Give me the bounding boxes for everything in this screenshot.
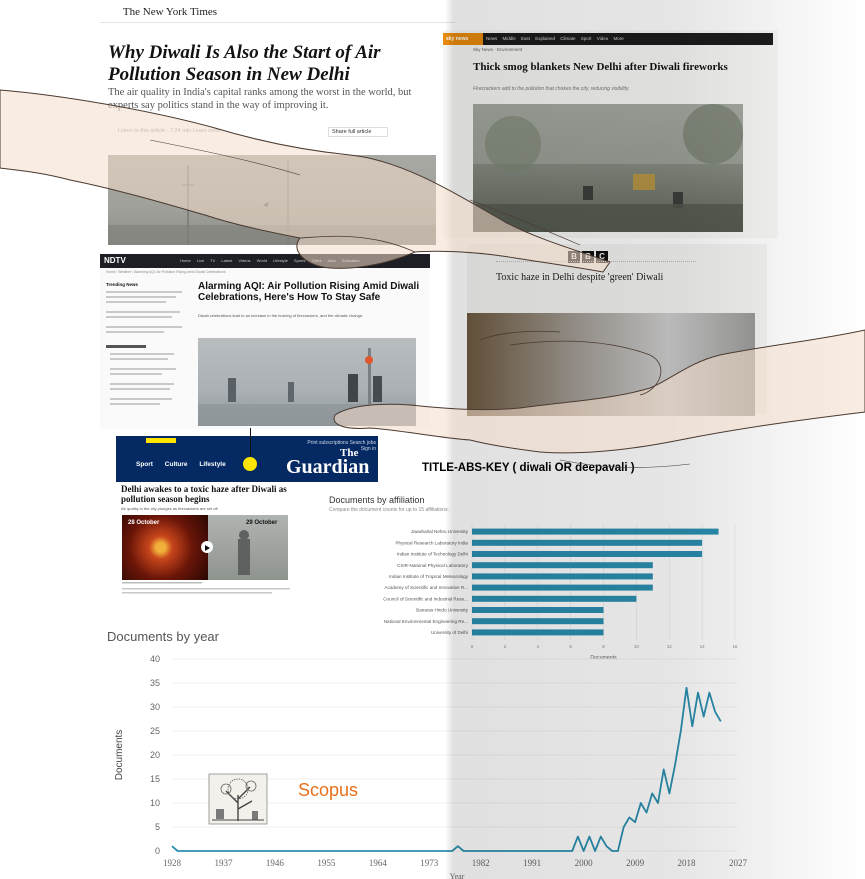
bbc-nav-bar: [496, 261, 696, 263]
guardian-caption-art: [122, 582, 290, 594]
sky-logo[interactable]: sky news: [443, 33, 483, 45]
affiliation-bar: [472, 618, 604, 625]
ndtv-sidebar: Trending News: [106, 280, 188, 420]
guardian-caption-lines: [122, 582, 292, 596]
guardian-headline: Delhi awakes to a toxic haze after Diwal…: [121, 484, 287, 504]
guardian-date-right: 29 October: [246, 520, 278, 526]
year-x-tick-label: 1937: [214, 858, 233, 868]
year-y-tick-label: 40: [150, 654, 160, 664]
bbc-headline: Toxic haze in Delhi despite 'green' Diwa…: [496, 272, 664, 283]
year-x-axis-label: Year: [450, 872, 465, 879]
affiliation-category-label: Indian Institute of Tropical Meteorology: [389, 574, 469, 579]
nyt-masthead: The New York Times: [122, 6, 218, 18]
year-x-tick-label: 1946: [266, 858, 285, 868]
sky-nav-items[interactable]: News Middle East Explained Climate Sport…: [486, 36, 716, 41]
year-y-tick-label: 0: [155, 846, 160, 856]
guardian-nav-item[interactable]: Sport: [136, 461, 153, 468]
sky-subheadline: Firecrackers add to the pollution that c…: [473, 86, 630, 92]
ndtv-logo[interactable]: NDTV: [104, 256, 126, 265]
nyt-smog-photo: [108, 155, 436, 245]
year-x-tick-label: 2018: [678, 858, 697, 868]
year-y-axis-label: Documents: [114, 730, 125, 781]
sky-headline: Thick smog blankets New Delhi after Diwa…: [473, 61, 728, 73]
guardian-support-badge[interactable]: [146, 438, 176, 443]
guardian-nav[interactable]: Sport Culture Lifestyle: [136, 461, 256, 468]
affiliation-category-label: Banaras Hindu University: [416, 608, 469, 613]
nyt-divider: [100, 22, 455, 23]
ndtv-smog-street-photo: [198, 338, 416, 426]
affiliation-bar: [472, 584, 653, 591]
sky-photo-art: [473, 104, 743, 232]
affiliation-category-label: Academy of Scientific and Innovative R..…: [385, 585, 469, 590]
affiliation-category-label: Indian Institute of Technology Delhi: [397, 552, 468, 557]
year-x-tick-label: 2027: [729, 858, 748, 868]
affiliation-chart-subtitle: Compare the document counts for up to 15…: [329, 507, 449, 513]
guardian-pointer-line: [250, 428, 251, 456]
year-y-tick-label: 30: [150, 702, 160, 712]
nyt-summary: The air quality in India's capital ranks…: [108, 87, 412, 111]
ndtv-photo-art: [198, 348, 416, 426]
year-y-tick-label: 35: [150, 678, 160, 688]
year-x-tick-label: 2009: [626, 858, 645, 868]
affiliation-bar: [472, 539, 703, 546]
ndtv-breadcrumb[interactable]: Home / Weather / Alarming AQI: Air Pollu…: [106, 270, 406, 274]
year-y-tick-label: 25: [150, 726, 160, 736]
year-x-tick-label: 1928: [163, 858, 182, 868]
year-x-tick-label: 1982: [472, 858, 490, 868]
ndtv-sidebar-heading: Trending News: [106, 282, 139, 287]
guardian-nav-item[interactable]: Culture: [165, 461, 188, 468]
affiliation-bar: [472, 629, 604, 636]
nyt-share-button[interactable]: Share full article: [328, 127, 388, 137]
bbc-logo[interactable]: BBC: [568, 246, 618, 263]
nyt-headline: Why Diwali Is Also the Start of Air Poll…: [108, 42, 381, 85]
play-icon: [205, 545, 210, 551]
guardian-logo[interactable]: Guardian: [286, 456, 369, 478]
guardian-highlight-marker: [242, 456, 258, 472]
affiliation-category-label: National Environmental Engineering Re...: [384, 619, 468, 624]
nyt-listen-link[interactable]: Listen to this article · 7:24 min Learn …: [118, 128, 308, 134]
scopus-elsevier-tree-icon: [208, 773, 268, 825]
affiliation-bar: [472, 573, 653, 580]
guardian-nav-item[interactable]: Lifestyle: [199, 461, 225, 468]
nyt-photo-art: [108, 160, 436, 245]
year-y-tick-label: 15: [150, 774, 160, 784]
scopus-wordmark: Scopus: [298, 780, 359, 800]
affiliation-category-label: Physical Research Laboratory India: [395, 540, 468, 545]
affiliation-category-label: Council of Scientific and Industrial Res…: [383, 596, 468, 601]
year-y-tick-label: 10: [150, 798, 160, 808]
year-x-tick-label: 1973: [420, 858, 439, 868]
year-x-tick-label: 1955: [317, 858, 336, 868]
year-x-tick-label: 1964: [369, 858, 388, 868]
year-y-tick-label: 20: [150, 750, 160, 760]
affiliation-bar: [472, 595, 637, 602]
affiliation-chart-title: Documents by affiliation: [329, 495, 425, 505]
affiliation-bar: [472, 528, 719, 535]
affiliation-category-label: Jawaharlal Nehru University: [411, 529, 469, 534]
year-x-tick-label: 1991: [523, 858, 541, 868]
sky-traffic-smog-photo: [473, 104, 743, 232]
guardian-date-left: 28 October: [128, 520, 160, 526]
ndtv-nav-items[interactable]: Home Live TV Latest Videos World Lifesty…: [180, 258, 420, 263]
ndtv-description: Diwali celebrations lead to an increase …: [198, 313, 364, 318]
guardian-subheadline: Air quality in the city plunges as firec…: [121, 506, 218, 511]
affiliation-category-label: University of Delhi: [431, 630, 468, 635]
documents-by-year-chart: 0 5 10 15 20 25 30 35 40 1928 1937 1946 1955 1964 1973…: [114, 654, 748, 879]
bbc-fireworks-photo: [467, 313, 755, 416]
affiliation-category-label: CSIR-National Physical Laboratory: [397, 563, 469, 568]
year-x-tick-label: 2000: [575, 858, 594, 868]
scopus-search-query: TITLE-ABS-KEY ( diwali OR deepavali ): [422, 462, 635, 474]
year-series-line: [171, 686, 722, 852]
affiliation-bar: [472, 551, 703, 557]
year-chart-title: Documents by year: [107, 629, 219, 644]
ndtv-headline: Alarming AQI: Air Pollution Rising Amid …: [198, 281, 420, 303]
ndtv-sidebar-text-lines: [106, 291, 182, 405]
affiliation-bar: [472, 607, 604, 613]
affiliation-bar: [472, 562, 653, 569]
year-y-tick-label: 5: [155, 822, 160, 832]
sky-kicker: Sky News · Environment: [473, 47, 523, 52]
guardian-play-icon[interactable]: [201, 541, 213, 553]
